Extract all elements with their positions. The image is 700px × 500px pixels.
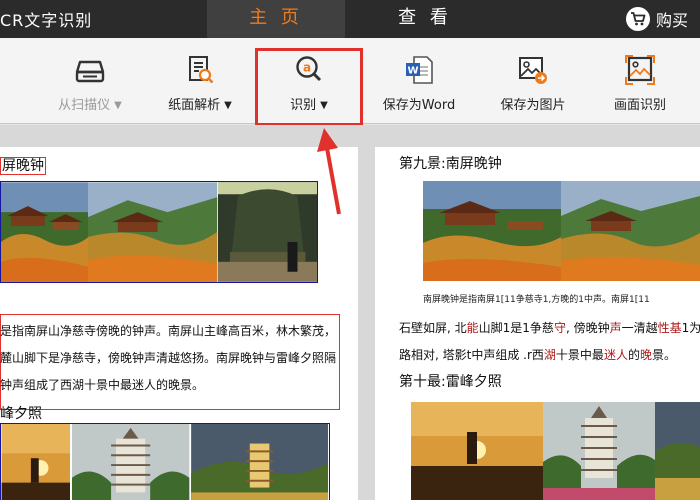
app-title: CR文字识别 [0, 11, 93, 30]
tab-view[interactable]: 查 看 [356, 0, 494, 38]
page-analysis-label: 纸面解析 [168, 98, 221, 113]
save-image-button[interactable]: 保存为图片 [482, 38, 584, 124]
result-pagoda-photo [543, 402, 655, 500]
ocr-caption: 南屏晚钟是指南屏1[11争慈寺1,方晚的1中声。南屏1[11 [423, 295, 650, 305]
ocr-text-line-1: 石壁如屏, 北能山脚1是1争慈守, 傍晚钟声一清越性基1为。 [399, 321, 700, 335]
screen-ocr-button[interactable]: 画面识别 [592, 38, 688, 124]
result-heading-10: 第十最:雷峰夕照 [399, 374, 502, 390]
scanner-button[interactable]: 从扫描仪 ▼ [40, 38, 140, 124]
save-word-button[interactable]: W 保存为Word [368, 38, 470, 124]
result-photo-strip [423, 181, 700, 281]
paragraph-line: 是指南屏山净慈寺傍晚的钟声。南屏山主峰高百米，林木繁茂， [0, 324, 337, 338]
buy-button[interactable]: 购买 [626, 5, 688, 33]
temple-photo [1, 182, 89, 282]
save-word-label: 保存为Word [382, 98, 456, 113]
app-window: CR文字识别 主 页 查 看 购买 从扫描仪 ▼ 纸面解析 ▼ a 识别 ▼ W… [0, 0, 700, 500]
recognize-highlight-box [255, 48, 363, 126]
result-page[interactable]: 第九景:南屏晚钟 南屏晚钟是指南屏1[11争慈寺1,方晚的1中声。南屏1[11 … [375, 147, 700, 500]
page-analysis-icon [189, 56, 214, 84]
photo-strip-nanping [0, 181, 318, 283]
page-analysis-button[interactable]: 纸面解析 ▼ [152, 38, 248, 124]
result-night-photo [655, 402, 700, 500]
paragraph-line: 麓山脚下是净慈寺，傍晚钟声清越悠扬。南屏晚钟与雷峰夕照隔 [0, 351, 337, 365]
sunset-photo [1, 424, 71, 500]
tab-home[interactable]: 主 页 [207, 0, 345, 38]
title-bar: CR文字识别 主 页 查 看 购买 [0, 0, 700, 38]
result-temple-photo [423, 181, 561, 281]
source-page[interactable]: 屏晚钟 是指南屏山净慈寺傍晚的钟声。南屏山主峰高百米，林木繁茂， 麓山脚下是净慈… [0, 147, 358, 500]
pagoda-photo [71, 424, 189, 500]
ocr-text-line-2: 路相对, 塔影t中声组成 .r西湖十景中最迷人的晚景。 [399, 348, 676, 362]
paragraph-line: 钟声组成了西湖十景中最迷人的晚景。 [0, 378, 205, 392]
buy-label: 购买 [656, 11, 689, 30]
dropdown-caret-icon: ▼ [224, 100, 232, 111]
svg-text:W: W [407, 66, 418, 77]
save-image-icon [519, 57, 547, 84]
dropdown-caret-icon: ▼ [114, 100, 122, 111]
result-mountain-photo [561, 181, 700, 281]
scanner-label: 从扫描仪 [58, 98, 111, 113]
mountain-photo [88, 182, 218, 282]
night-pagoda-photo [190, 424, 328, 500]
cart-icon [626, 7, 650, 31]
bell-photo [217, 182, 317, 282]
result-heading-9: 第九景:南屏晚钟 [399, 156, 502, 172]
screen-capture-icon [625, 55, 655, 85]
section-heading-10: 峰夕照 [0, 406, 42, 422]
photo-strip-leifeng [0, 423, 330, 500]
save-image-label: 保存为图片 [500, 98, 566, 113]
section-heading-9: 屏晚钟 [0, 157, 46, 175]
word-icon: W [406, 56, 433, 84]
result-photo-strip-2 [411, 402, 700, 500]
result-sunset-photo [411, 402, 543, 500]
document-area: 屏晚钟 是指南屏山净慈寺傍晚的钟声。南屏山主峰高百米，林木繁茂， 麓山脚下是净慈… [0, 125, 700, 500]
screen-ocr-label: 画面识别 [613, 98, 666, 113]
scanner-icon [75, 60, 105, 83]
